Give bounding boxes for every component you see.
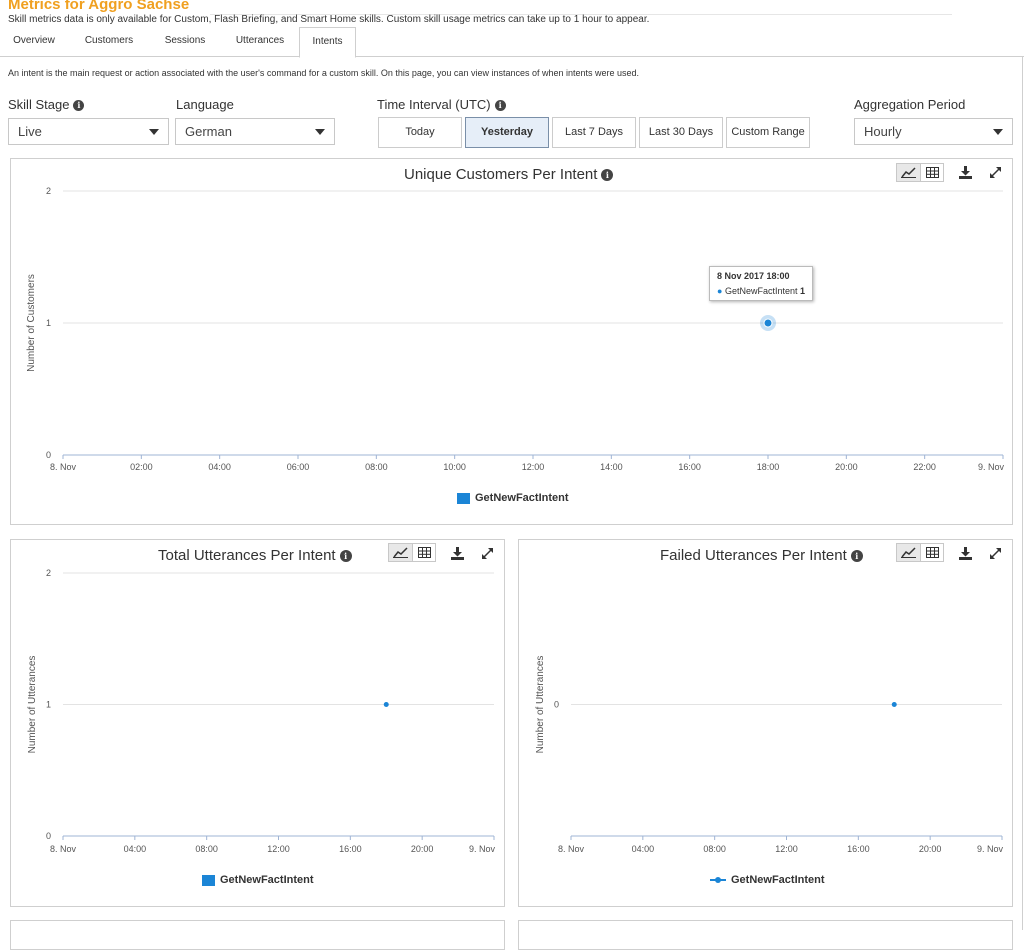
x-tick-label: 08:00 xyxy=(195,844,218,854)
x-tick-label: 20:00 xyxy=(919,844,942,854)
y-tick-label: 0 xyxy=(554,700,559,710)
caret-down-icon xyxy=(315,129,325,135)
page-subtitle: Skill metrics data is only available for… xyxy=(8,14,650,25)
y-axis-label: Number of Customers xyxy=(26,274,37,372)
y-tick-label: 0 xyxy=(46,450,51,460)
x-tick-label: 20:00 xyxy=(835,462,858,472)
x-tick-label: 08:00 xyxy=(365,462,388,472)
intro-text: An intent is the main request or action … xyxy=(8,68,640,78)
tooltip-value: 1 xyxy=(800,286,806,296)
tooltip-series-name: GetNewFactIntent xyxy=(724,286,798,296)
x-tick-label: 9. Nov xyxy=(469,844,496,854)
x-tick-label: 9. Nov xyxy=(978,462,1005,472)
x-tick-label: 12:00 xyxy=(522,462,545,472)
y-tick-label: 2 xyxy=(46,568,51,578)
language-label: Language xyxy=(176,97,234,112)
legend-swatch xyxy=(457,492,470,504)
chart-legend[interactable]: GetNewFactIntent xyxy=(457,492,569,504)
info-icon[interactable]: i xyxy=(494,100,506,111)
x-tick-label: 16:00 xyxy=(339,844,362,854)
tab-bar: Overview Customers Sessions Utterances I… xyxy=(0,27,1024,58)
x-tick-label: 14:00 xyxy=(600,462,623,472)
page-title: Metrics for Aggro Sachse xyxy=(8,0,190,13)
y-tick-label: 0 xyxy=(46,831,51,841)
aggregation-period-label: Aggregation Period xyxy=(854,97,966,112)
x-tick-label: 8. Nov xyxy=(50,462,77,472)
x-tick-label: 9. Nov xyxy=(977,844,1004,854)
content-border xyxy=(1022,57,1023,930)
x-tick-label: 18:00 xyxy=(757,462,780,472)
y-tick-label: 2 xyxy=(46,186,51,196)
tab-utterances[interactable]: Utterances xyxy=(222,27,298,57)
legend-line-swatch xyxy=(710,876,726,884)
skill-stage-select[interactable]: Live xyxy=(8,118,169,145)
x-tick-label: 16:00 xyxy=(678,462,701,472)
failed-utterances-chart: 0 8. Nov 04:00 08:00 12:00 16:00 20:00 9. Nov Nu… xyxy=(535,656,1004,854)
x-tick-label: 20:00 xyxy=(411,844,434,854)
y-axis-label: Number of Utterances xyxy=(27,656,38,754)
data-point[interactable] xyxy=(891,702,897,707)
last-30-days-button[interactable]: Last 30 Days xyxy=(639,117,723,148)
y-tick-label: 1 xyxy=(46,700,51,710)
aggregation-period-select[interactable]: Hourly xyxy=(854,118,1013,145)
x-tick-label: 02:00 xyxy=(130,462,153,472)
tab-customers[interactable]: Customers xyxy=(70,27,148,57)
chart-legend[interactable]: GetNewFactIntent xyxy=(710,874,825,886)
panel-partial xyxy=(10,920,505,950)
chart-tooltip: 8 Nov 2017 18:00 ● GetNewFactIntent 1 xyxy=(709,266,814,301)
data-point[interactable] xyxy=(763,318,773,328)
legend-swatch xyxy=(202,874,215,886)
info-icon[interactable]: i xyxy=(73,100,85,111)
caret-down-icon xyxy=(993,129,1003,135)
tooltip-series-dot: ● xyxy=(717,286,723,296)
x-tick-label: 04:00 xyxy=(208,462,231,472)
tab-intents[interactable]: Intents xyxy=(299,27,356,58)
x-tick-label: 04:00 xyxy=(124,844,147,854)
total-utterances-chart: 0 1 2 8. Nov 04:00 08:00 12:00 16:00 20:00 9. Nov… xyxy=(27,568,496,854)
last-7-days-button[interactable]: Last 7 Days xyxy=(552,117,636,148)
x-tick-label: 16:00 xyxy=(847,844,870,854)
yesterday-button[interactable]: Yesterday xyxy=(465,117,549,148)
x-tick-label: 22:00 xyxy=(913,462,936,472)
y-tick-label: 1 xyxy=(46,318,51,328)
unique-customers-chart: 0 1 2 8. Nov 02:00 04:00 06:00 08:00 10:00 12:00 1… xyxy=(26,186,1005,472)
x-tick-label: 12:00 xyxy=(775,844,798,854)
x-tick-label: 12:00 xyxy=(267,844,290,854)
chart-legend[interactable]: GetNewFactIntent xyxy=(202,874,314,886)
y-axis-label: Number of Utterances xyxy=(535,656,546,754)
caret-down-icon xyxy=(149,129,159,135)
x-tick-label: 04:00 xyxy=(632,844,655,854)
tab-sessions[interactable]: Sessions xyxy=(150,27,220,57)
x-tick-label: 8. Nov xyxy=(50,844,77,854)
x-tick-label: 06:00 xyxy=(287,462,310,472)
time-interval-label: Time Interval (UTC) i xyxy=(377,97,506,112)
today-button[interactable]: Today xyxy=(378,117,462,148)
skill-stage-label: Skill Stage i xyxy=(8,97,85,112)
tooltip-date: 8 Nov 2017 18:00 xyxy=(717,271,790,281)
tab-overview[interactable]: Overview xyxy=(0,27,68,57)
x-tick-label: 10:00 xyxy=(443,462,466,472)
custom-range-button[interactable]: Custom Range xyxy=(726,117,810,148)
language-select[interactable]: German xyxy=(175,118,335,145)
x-tick-label: 8. Nov xyxy=(558,844,585,854)
x-tick-label: 08:00 xyxy=(703,844,726,854)
data-point[interactable] xyxy=(383,702,389,707)
panel-partial xyxy=(518,920,1013,950)
